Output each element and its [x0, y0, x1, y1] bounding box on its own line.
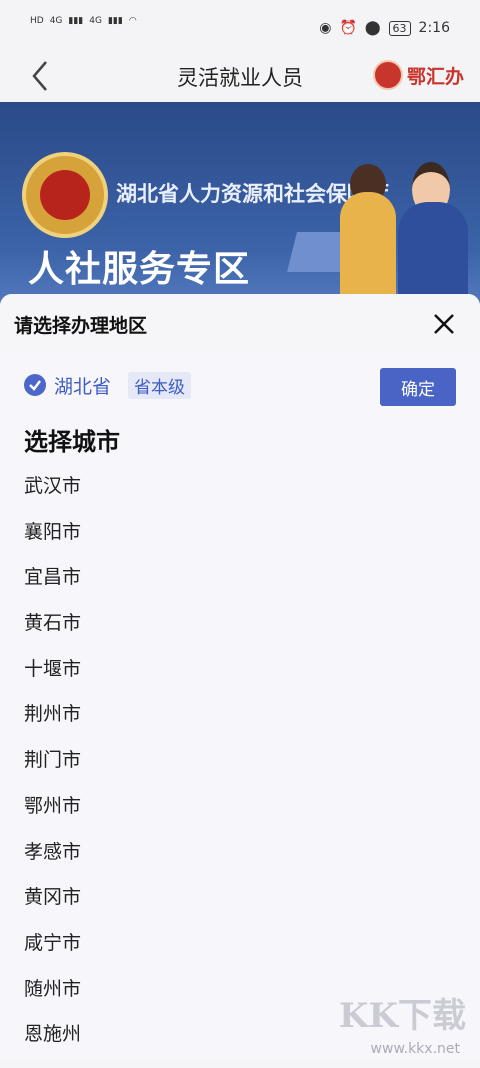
- city-list: 武汉市 襄阳市 宜昌市 黄石市 十堰市 荆州市 荆门市 鄂州市 孝感市 黄冈市 …: [24, 474, 81, 1068]
- selected-province[interactable]: 湖北省: [54, 372, 111, 399]
- city-item[interactable]: 随州市: [24, 977, 81, 1023]
- city-item[interactable]: 黄石市: [24, 611, 81, 657]
- sheet-header: 请选择办理地区: [0, 294, 480, 354]
- nav-bar: 灵活就业人员 鄂汇办: [0, 50, 480, 102]
- sheet-title: 请选择办理地区: [14, 315, 148, 337]
- city-item[interactable]: 宜昌市: [24, 565, 81, 611]
- clock: 2:16: [418, 20, 450, 36]
- banner: 湖北省人力资源和社会保障厅 人社服务专区: [0, 102, 480, 312]
- city-item[interactable]: 咸宁市: [24, 931, 81, 977]
- watermark: KK下载: [338, 996, 466, 1036]
- status-right: ◉ ⏰ ⬤ 63 2:16: [319, 20, 450, 36]
- city-item[interactable]: 荆门市: [24, 748, 81, 794]
- province-level-tag[interactable]: 省本级: [128, 372, 191, 399]
- sheet-body: 湖北省 省本级 确定 选择城市 武汉市 襄阳市 宜昌市 黄石市 十堰市 荆州市 …: [0, 354, 480, 1061]
- city-item[interactable]: 恩施州: [24, 1022, 81, 1068]
- battery-level: 63: [388, 20, 411, 36]
- city-item[interactable]: 荆州市: [24, 702, 81, 748]
- location-icon: ⬤: [364, 20, 381, 36]
- check-circle-icon: [24, 374, 46, 396]
- eye-icon: ◉: [319, 20, 332, 36]
- city-item[interactable]: 十堰市: [24, 657, 81, 703]
- logo-text: 鄂汇办: [406, 65, 464, 88]
- section-title: 选择城市: [24, 428, 120, 456]
- wifi-icon: ◠: [128, 16, 137, 26]
- watermark-url: www.kkx.net: [370, 1041, 460, 1057]
- city-item[interactable]: 襄阳市: [24, 520, 81, 566]
- city-item[interactable]: 武汉市: [24, 474, 81, 520]
- city-item[interactable]: 鄂州市: [24, 794, 81, 840]
- network-b: 4G: [89, 16, 102, 26]
- signal-icon: ▮▮▮: [68, 16, 84, 26]
- national-emblem-icon: [22, 152, 108, 238]
- confirm-button[interactable]: 确定: [380, 368, 456, 406]
- signal-icon: ▮▮▮: [107, 16, 123, 26]
- network-indicators: HD 4G ▮▮▮ 4G ▮▮▮ ◠: [30, 16, 137, 26]
- close-icon[interactable]: [430, 310, 458, 338]
- banner-headline: 人社服务专区: [28, 249, 251, 290]
- status-bar: HD 4G ▮▮▮ 4G ▮▮▮ ◠ ◉ ⏰ ⬤ 63 2:16: [0, 0, 480, 56]
- logo-emblem-icon: [372, 60, 403, 90]
- city-item[interactable]: 孝感市: [24, 840, 81, 886]
- hd-label: HD: [30, 16, 44, 26]
- network-a: 4G: [49, 16, 63, 26]
- city-item[interactable]: 黄冈市: [24, 885, 81, 931]
- brand-logo: 鄂汇办: [372, 60, 464, 90]
- region-picker-sheet: 请选择办理地区 湖北省 省本级 确定 选择城市 武汉市 襄阳市 宜昌市 黄石市 …: [0, 294, 480, 1061]
- alarm-icon: ⏰: [339, 20, 357, 36]
